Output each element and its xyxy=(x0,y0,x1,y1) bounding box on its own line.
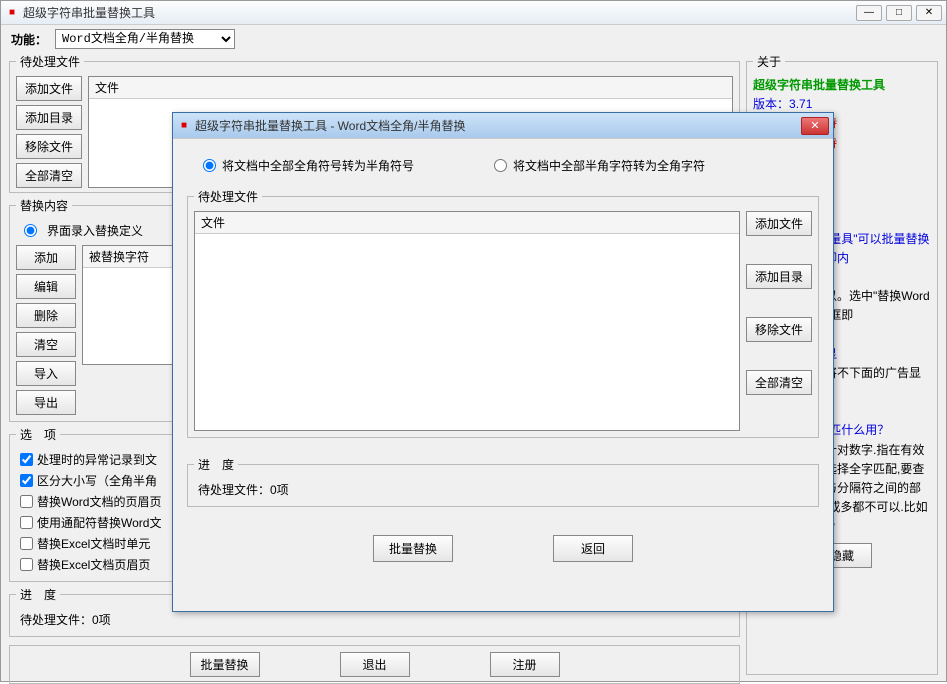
modal-remove-button[interactable]: 移除文件 xyxy=(746,317,812,342)
pending-legend: 待处理文件 xyxy=(16,53,84,70)
modal-add-dir-button[interactable]: 添加目录 xyxy=(746,264,812,289)
opt-log-checkbox[interactable] xyxy=(20,453,33,466)
modal-batch-button[interactable]: 批量替换 xyxy=(373,535,453,562)
clear-all-button[interactable]: 全部清空 xyxy=(16,163,82,188)
window-title: 超级字符串批量替换工具 xyxy=(23,4,856,21)
edit-rule-button[interactable]: 编辑 xyxy=(16,274,76,299)
file-list-header: 文件 xyxy=(89,77,732,99)
modal-progress-group: 进 度 待处理文件：0项 xyxy=(187,456,819,507)
modal-radio1[interactable]: 将文档中全部全角符号转为半角符号 xyxy=(203,157,414,174)
modal-title: 超级字符串批量替换工具 - Word文档全角/半角替换 xyxy=(195,117,801,134)
modal-radio1-label: 将文档中全部全角符号转为半角符号 xyxy=(222,157,414,174)
about-version-value: 3.71 xyxy=(789,97,812,111)
add-rule-button[interactable]: 添加 xyxy=(16,245,76,270)
about-legend: 关于 xyxy=(753,53,785,70)
register-button[interactable]: 注册 xyxy=(490,652,560,677)
remove-file-button[interactable]: 移除文件 xyxy=(16,134,82,159)
modal-file-header: 文件 xyxy=(195,212,739,234)
opt-excel-header-label: 替换Excel文档页眉页 xyxy=(37,556,150,573)
modal-back-button[interactable]: 返回 xyxy=(553,535,633,562)
close-button[interactable]: ✕ xyxy=(916,5,942,21)
add-dir-button[interactable]: 添加目录 xyxy=(16,105,82,130)
modal-radio1-input[interactable] xyxy=(203,159,216,172)
opt-case-checkbox[interactable] xyxy=(20,474,33,487)
ui-input-radio-label: 界面录入替换定义 xyxy=(47,222,143,239)
import-button[interactable]: 导入 xyxy=(16,361,76,386)
modal-progress-text: 待处理文件：0项 xyxy=(194,479,812,500)
clear-rules-button[interactable]: 清空 xyxy=(16,332,76,357)
opt-excel-cell-checkbox[interactable] xyxy=(20,537,33,550)
options-legend: 选 项 xyxy=(16,426,60,443)
exit-button[interactable]: 退出 xyxy=(340,652,410,677)
modal-dialog: ■ 超级字符串批量替换工具 - Word文档全角/半角替换 ✕ 将文档中全部全角… xyxy=(172,112,834,612)
ui-input-radio[interactable] xyxy=(24,224,37,237)
modal-clear-button[interactable]: 全部清空 xyxy=(746,370,812,395)
function-select[interactable]: Word文档全角/半角替换 xyxy=(55,29,235,49)
modal-radio2[interactable]: 将文档中全部半角字符转为全角字符 xyxy=(494,157,705,174)
batch-replace-button[interactable]: 批量替换 xyxy=(190,652,260,677)
add-file-button[interactable]: 添加文件 xyxy=(16,76,82,101)
app-icon: ■ xyxy=(5,6,19,20)
about-title: 超级字符串批量替换工具 xyxy=(753,76,931,95)
opt-excel-header-checkbox[interactable] xyxy=(20,558,33,571)
function-row: 功能： Word文档全角/半角替换 xyxy=(1,25,946,53)
modal-titlebar: ■ 超级字符串批量替换工具 - Word文档全角/半角替换 ✕ xyxy=(173,113,833,139)
modal-close-button[interactable]: ✕ xyxy=(801,117,829,135)
opt-wildcard-checkbox[interactable] xyxy=(20,516,33,529)
modal-add-file-button[interactable]: 添加文件 xyxy=(746,211,812,236)
opt-excel-cell-label: 替换Excel文档时单元 xyxy=(37,535,150,552)
maximize-button[interactable]: □ xyxy=(886,5,912,21)
progress-legend: 进 度 xyxy=(16,586,60,603)
modal-progress-legend: 进 度 xyxy=(194,456,238,473)
opt-log-label: 处理时的异常记录到文 xyxy=(37,451,157,468)
progress-text: 待处理文件：0项 xyxy=(16,609,733,630)
opt-word-header-checkbox[interactable] xyxy=(20,495,33,508)
replace-legend: 替换内容 xyxy=(16,197,72,214)
modal-file-list[interactable]: 文件 xyxy=(194,211,740,431)
modal-pending-group: 待处理文件 文件 添加文件 添加目录 移除文件 全部清空 xyxy=(187,188,819,438)
opt-wildcard-label: 使用通配符替换Word文 xyxy=(37,514,161,531)
about-version-label: 版本： xyxy=(753,97,789,111)
opt-case-label: 区分大小写（全角半角 xyxy=(37,472,157,489)
modal-radio2-input[interactable] xyxy=(494,159,507,172)
bottom-button-bar: 批量替换 退出 注册 xyxy=(9,645,740,684)
modal-radio2-label: 将文档中全部半角字符转为全角字符 xyxy=(513,157,705,174)
modal-pending-legend: 待处理文件 xyxy=(194,188,262,205)
opt-word-header-label: 替换Word文档的页眉页 xyxy=(37,493,161,510)
main-titlebar: ■ 超级字符串批量替换工具 — □ ✕ xyxy=(1,1,946,25)
minimize-button[interactable]: — xyxy=(856,5,882,21)
delete-rule-button[interactable]: 删除 xyxy=(16,303,76,328)
export-button[interactable]: 导出 xyxy=(16,390,76,415)
modal-app-icon: ■ xyxy=(177,119,191,133)
function-label: 功能： xyxy=(11,31,47,48)
